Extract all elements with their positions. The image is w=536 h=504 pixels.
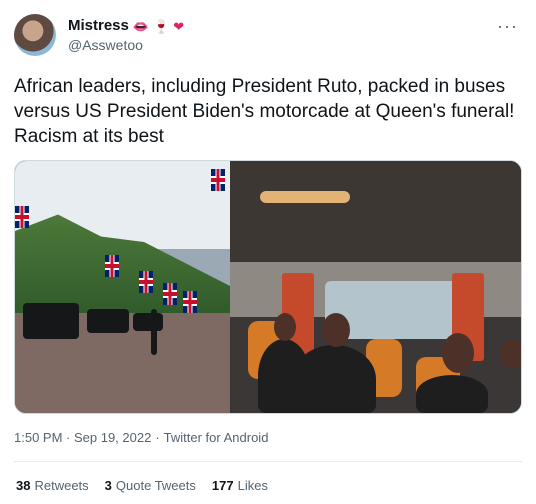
flag-icon: [183, 291, 197, 313]
face: [500, 339, 521, 369]
car: [87, 309, 129, 333]
flag-icon: [15, 206, 29, 228]
person: [416, 375, 488, 413]
flag-icon: [139, 271, 153, 293]
tweet-media[interactable]: [14, 160, 522, 414]
wine-glass-icon: 🍷: [153, 18, 170, 34]
tweet-header: Mistress 👄 🍷 ❤ @Asswetoo ···: [14, 14, 522, 60]
display-name-text: Mistress: [68, 17, 129, 34]
divider: [14, 461, 522, 462]
bus-photo[interactable]: [230, 161, 521, 413]
separator: ·: [155, 430, 160, 445]
more-options-icon[interactable]: ···: [497, 16, 518, 37]
face: [442, 333, 474, 373]
likes-stat[interactable]: 177 Likes: [212, 478, 268, 493]
author-handle[interactable]: @Asswetoo: [68, 36, 184, 54]
tweet-text: African leaders, including President Rut…: [14, 76, 515, 147]
source-link[interactable]: Twitter for Android: [164, 430, 269, 445]
tweet-stats: 38 Retweets 3 Quote Tweets 177 Likes: [16, 478, 268, 493]
flag-icon: [211, 169, 225, 191]
author-info: Mistress 👄 🍷 ❤ @Asswetoo: [68, 16, 184, 54]
face: [322, 313, 350, 347]
author-name[interactable]: Mistress 👄 🍷 ❤: [68, 16, 184, 36]
flag-icon: [163, 283, 177, 305]
car: [23, 303, 79, 339]
person: [151, 309, 157, 355]
lips-icon: 👄: [132, 18, 150, 34]
avatar[interactable]: [14, 14, 56, 56]
face: [274, 313, 296, 341]
quote-tweets-stat[interactable]: 3 Quote Tweets: [105, 478, 196, 493]
flag-icon: [105, 255, 119, 277]
car: [133, 313, 163, 331]
retweets-stat[interactable]: 38 Retweets: [16, 478, 89, 493]
tweet-meta: 1:50 PM · Sep 19, 2022 · Twitter for And…: [14, 430, 268, 445]
timestamp[interactable]: 1:50 PM · Sep 19, 2022: [14, 430, 151, 445]
person: [292, 345, 376, 413]
heart-icon: ❤: [173, 18, 185, 34]
motorcade-photo[interactable]: [15, 161, 230, 413]
ceiling-light: [260, 191, 350, 203]
